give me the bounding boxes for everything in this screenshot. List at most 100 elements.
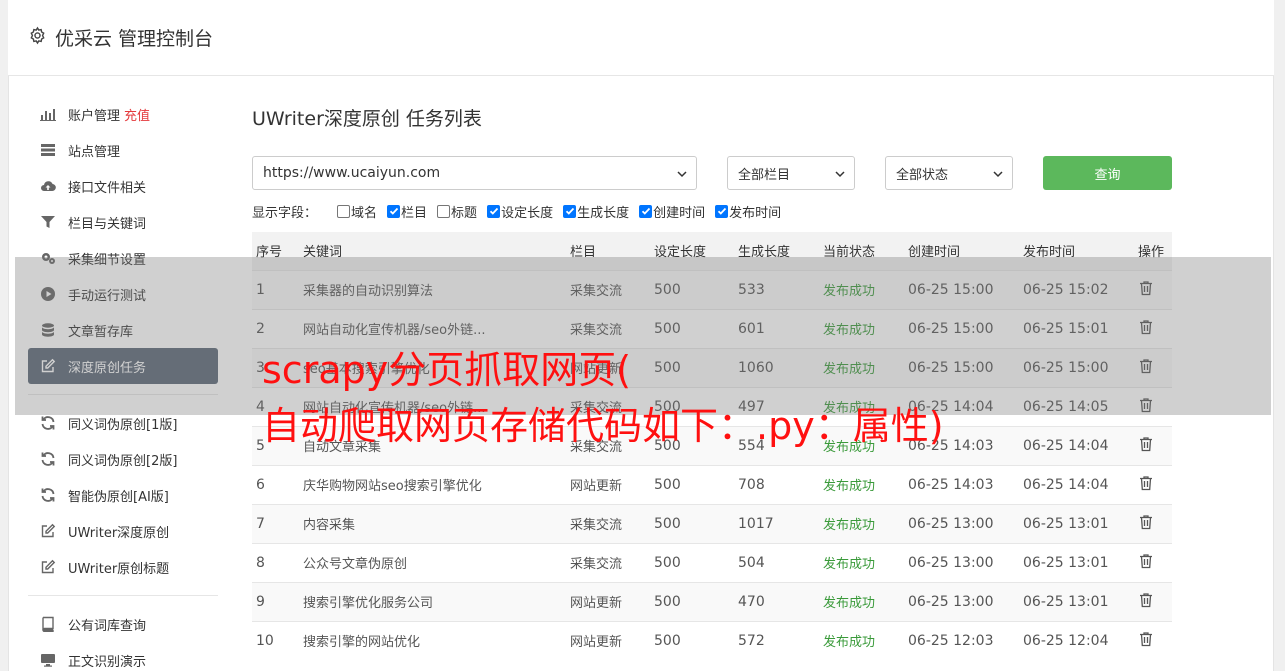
sidebar-item-label: UWriter深度原创 [68, 525, 170, 541]
field-checkbox-label: 域名 [351, 205, 378, 221]
table-cell: 发布成功 [819, 620, 904, 660]
refresh-icon [38, 451, 58, 467]
field-checkbox-3[interactable]: 设定长度 [487, 202, 553, 221]
table-cell-actions [1134, 620, 1172, 660]
site-select[interactable]: https://www.ucaiyun.com [252, 156, 697, 190]
field-checkbox-0[interactable]: 域名 [337, 202, 377, 221]
table-cell: 500 [650, 464, 734, 504]
column-select[interactable]: 全部栏目 [727, 156, 855, 190]
table-cell: 10 [252, 620, 299, 660]
table-cell-actions [1134, 503, 1172, 543]
field-checkbox-label: 标题 [451, 205, 478, 221]
table-row: 7 内容采集 采集交流 500 1017 发布成功 06-25 13:00 06-25 13:… [252, 503, 1172, 543]
bar-chart-icon [38, 106, 58, 122]
brand: 优采云 管理控制台 [28, 24, 213, 51]
table-cell[interactable]: 搜索引擎的网站优化 [299, 620, 566, 660]
caption-line-1: scrapy分页抓取网页( [262, 348, 632, 392]
table-cell[interactable]: 庆华购物网站seo搜索引擎优化 [299, 464, 566, 504]
trash-icon[interactable] [1138, 592, 1154, 608]
checkbox-checked-icon [563, 204, 577, 218]
table-cell: 06-25 13:00 [904, 581, 1019, 621]
trash-icon[interactable] [1138, 514, 1154, 530]
refresh-icon [38, 487, 58, 503]
caption-line-2: 自动爬取网页存储代码如下：.py：属性) [262, 404, 944, 448]
table-cell: 504 [734, 542, 819, 582]
chevron-down-icon [677, 171, 687, 178]
chevron-down-icon [835, 171, 845, 178]
trash-icon[interactable] [1138, 631, 1154, 647]
server-icon [38, 142, 58, 158]
field-checkbox-label: 生成长度 [577, 205, 630, 221]
table-cell: 采集交流 [566, 503, 650, 543]
sidebar-divider [28, 595, 218, 596]
table-cell: 572 [734, 620, 819, 660]
sidebar-item-label: 账户管理 [68, 108, 121, 124]
table-cell: 06-25 12:04 [1019, 620, 1134, 660]
sidebar-item-label: UWriter原创标题 [68, 561, 170, 577]
column-select-value: 全部栏目 [738, 167, 791, 183]
table-cell: 网站更新 [566, 620, 650, 660]
field-checkbox-6[interactable]: 发布时间 [715, 202, 781, 221]
chevron-down-icon [993, 171, 1003, 178]
table-cell: 470 [734, 581, 819, 621]
table-cell[interactable]: 公众号文章伪原创 [299, 542, 566, 582]
sidebar-item-9[interactable]: 同义词伪原创[2版] [28, 441, 218, 477]
gear-icon [28, 26, 47, 50]
table-cell: 06-25 12:03 [904, 620, 1019, 660]
sidebar-item-13[interactable]: 公有词库查询 [28, 606, 218, 642]
table-cell: 采集交流 [566, 542, 650, 582]
sidebar-item-1[interactable]: 站点管理 [28, 132, 218, 168]
checkbox-checked-icon [715, 204, 729, 218]
sidebar-item-10[interactable]: 智能伪原创[AI版] [28, 477, 218, 513]
field-checkbox-label: 发布时间 [729, 205, 782, 221]
field-checkbox-label: 栏目 [401, 205, 428, 221]
trash-icon[interactable] [1138, 475, 1154, 491]
filter-bar: https://www.ucaiyun.com 全部栏目 全部状态 查询 [252, 156, 1172, 190]
trash-icon[interactable] [1138, 553, 1154, 569]
table-cell-actions [1134, 425, 1172, 465]
status-select[interactable]: 全部状态 [885, 156, 1013, 190]
sidebar-item-14[interactable]: 正文识别演示 [28, 642, 218, 671]
table-cell[interactable]: 搜索引擎优化服务公司 [299, 581, 566, 621]
sidebar-item-2[interactable]: 接口文件相关 [28, 168, 218, 204]
brand-title: 优采云 管理控制台 [55, 28, 214, 50]
table-cell: 8 [252, 542, 299, 582]
sidebar-item-3[interactable]: 栏目与关键词 [28, 204, 218, 240]
checkbox-empty-icon [437, 204, 451, 218]
table-cell: 500 [650, 620, 734, 660]
caption-text: scrapy分页抓取网页( 自动爬取网页存储代码如下：.py：属性) [262, 342, 1062, 454]
table-row: 8 公众号文章伪原创 采集交流 500 504 发布成功 06-25 13:00 06-25 … [252, 542, 1172, 582]
field-checkbox-4[interactable]: 生成长度 [563, 202, 629, 221]
field-checkbox-1[interactable]: 栏目 [387, 202, 427, 221]
table-row: 6 庆华购物网站seo搜索引擎优化 网站更新 500 708 发布成功 06-25 14:0… [252, 464, 1172, 504]
edit-icon [38, 523, 58, 539]
table-cell: 500 [650, 503, 734, 543]
table-cell: 1017 [734, 503, 819, 543]
table-cell-actions [1134, 464, 1172, 504]
table-cell-actions [1134, 581, 1172, 621]
sidebar-item-0[interactable]: 账户管理 充值 [28, 96, 218, 132]
field-checkbox-5[interactable]: 创建时间 [639, 202, 705, 221]
sidebar-item-11[interactable]: UWriter深度原创 [28, 513, 218, 549]
sidebar-item-label: 公有词库查询 [68, 618, 147, 634]
table-cell: 6 [252, 464, 299, 504]
trash-icon[interactable] [1138, 436, 1154, 452]
recharge-link[interactable]: 充值 [124, 105, 150, 124]
top-bar: 优采云 管理控制台 [8, 0, 1274, 76]
refresh-icon [38, 415, 58, 431]
edit-icon [38, 559, 58, 575]
table-cell: 06-25 13:01 [1019, 542, 1134, 582]
checkbox-checked-icon [387, 204, 401, 218]
sidebar-item-label: 站点管理 [68, 144, 121, 160]
query-button[interactable]: 查询 [1043, 156, 1172, 190]
monitor-icon [38, 652, 58, 668]
table-cell: 9 [252, 581, 299, 621]
table-cell: 06-25 13:00 [904, 542, 1019, 582]
site-select-value: https://www.ucaiyun.com [263, 165, 441, 181]
cloud-upload-icon [38, 178, 58, 194]
table-cell[interactable]: 内容采集 [299, 503, 566, 543]
field-checkbox-2[interactable]: 标题 [437, 202, 477, 221]
table-cell-actions [1134, 542, 1172, 582]
checkbox-checked-icon [639, 204, 653, 218]
sidebar-item-12[interactable]: UWriter原创标题 [28, 549, 218, 585]
